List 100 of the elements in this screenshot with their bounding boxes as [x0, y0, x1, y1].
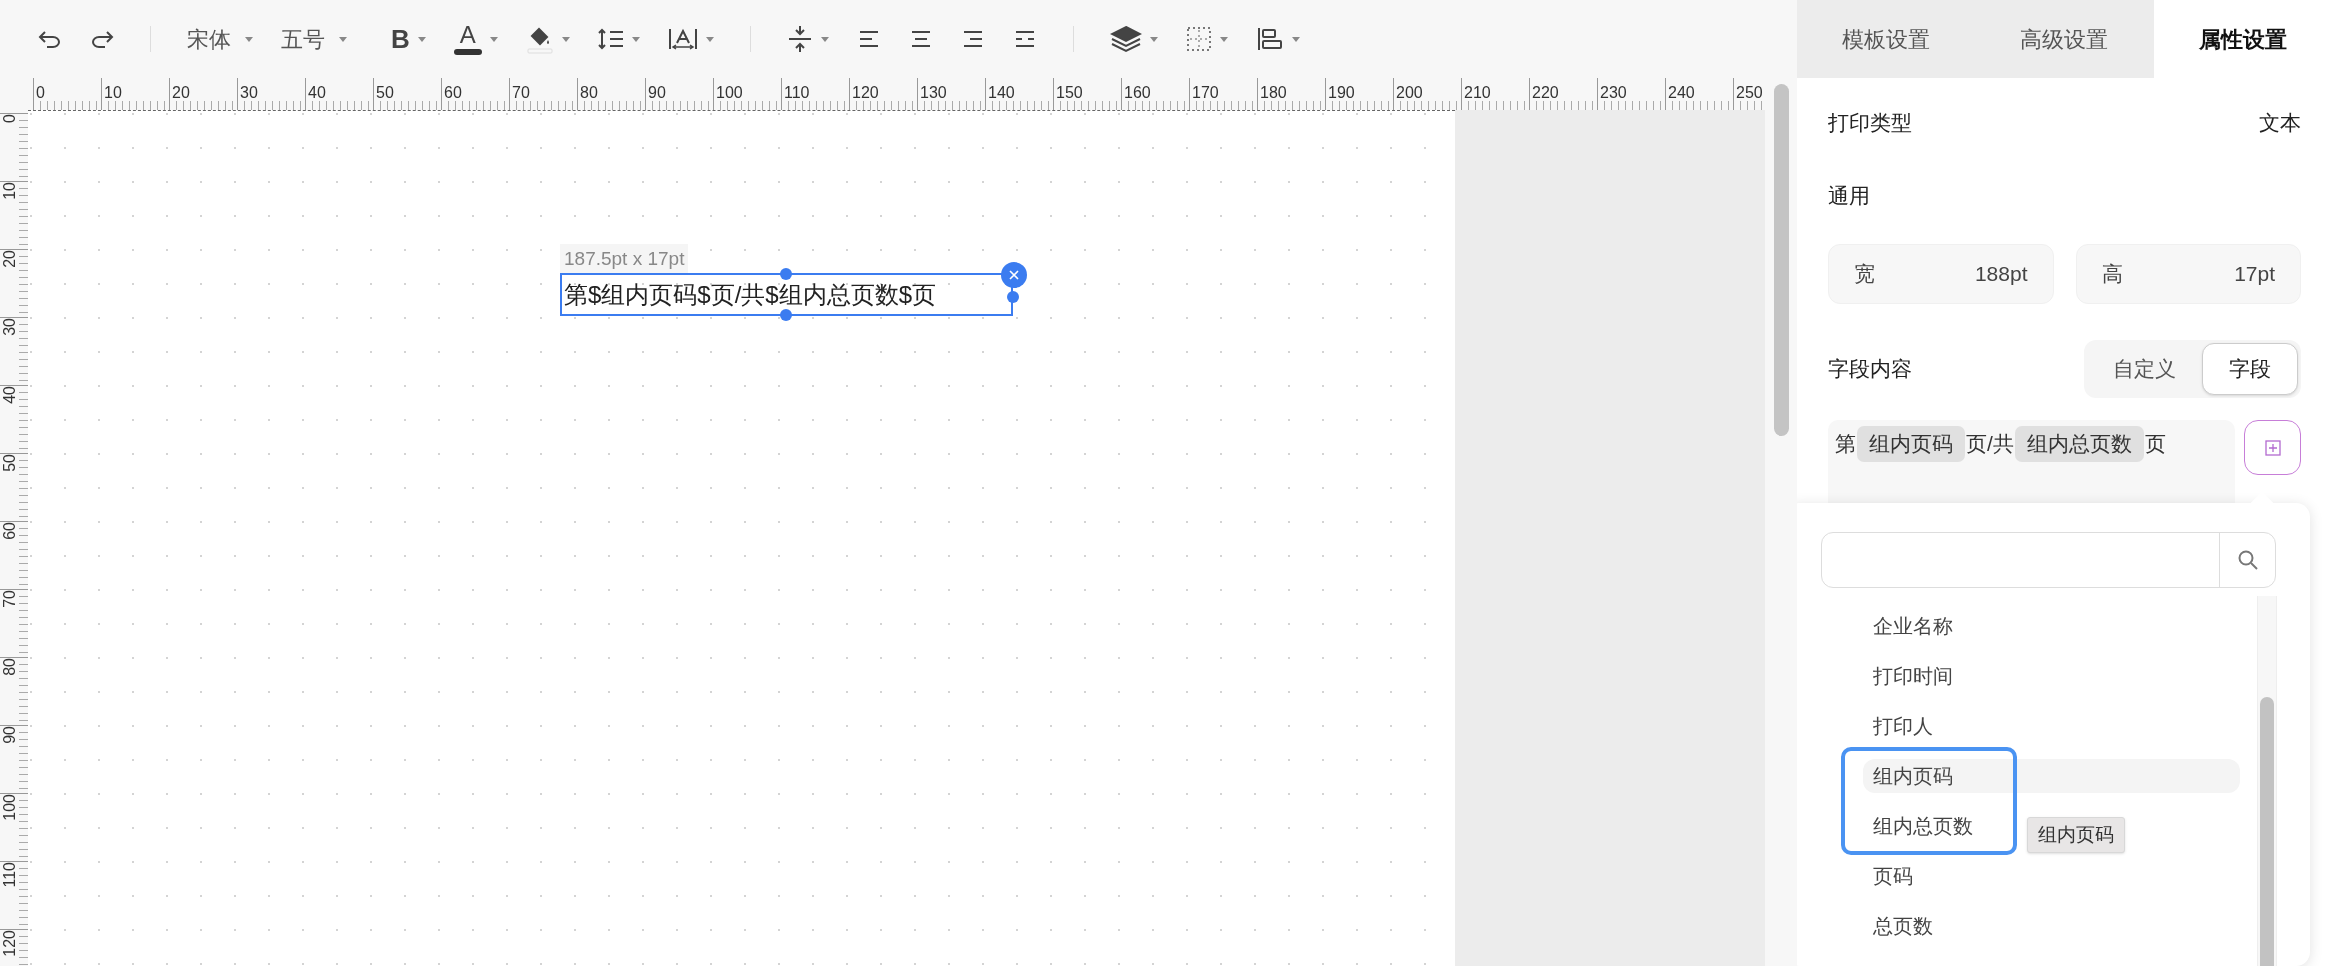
field-option[interactable]: 打印时间: [1863, 659, 1963, 693]
caret-icon[interactable]: [1219, 36, 1228, 42]
scrollbar-thumb[interactable]: [1773, 84, 1789, 436]
ruler-label: 140: [987, 85, 1015, 101]
resize-handle[interactable]: [780, 309, 792, 321]
ruler-label: 40: [2, 386, 18, 404]
canvas[interactable]: 187.5pt x 17pt 第$组内页码$页/共$组内总页数$页: [28, 110, 1455, 966]
caret-icon[interactable]: [245, 36, 253, 42]
ruler-label: 110: [783, 85, 810, 101]
mode-option[interactable]: 自定义: [2087, 343, 2202, 395]
size-label: 187.5pt x 17pt: [560, 244, 689, 275]
ruler-label: 190: [1327, 85, 1355, 101]
content-text: 第: [1834, 431, 1857, 458]
caret-icon[interactable]: [631, 36, 640, 42]
ruler-label: 30: [2, 318, 18, 336]
ruler-label: 0: [2, 114, 18, 123]
mode-option[interactable]: 字段: [2202, 343, 2298, 395]
resize-handle[interactable]: [780, 268, 792, 280]
field-option[interactable]: 组内总页数: [1863, 809, 1983, 843]
ruler-label: 60: [2, 522, 18, 540]
ruler-label: 250: [1735, 85, 1763, 101]
resize-handle[interactable]: [1007, 291, 1019, 303]
field-tag[interactable]: 组内总页数: [2014, 426, 2144, 462]
ruler-label: 80: [2, 658, 18, 676]
field-option[interactable]: 组内页码: [1863, 759, 2240, 793]
redo-icon[interactable]: [90, 29, 114, 49]
content-text: 页: [2143, 431, 2167, 458]
dimension-field[interactable]: 高 17pt: [2075, 244, 2301, 304]
ruler-label: 10: [103, 85, 122, 101]
ruler-label: 180: [1259, 85, 1287, 101]
search-field[interactable]: [1821, 532, 2276, 588]
field-label: 字段内容: [1828, 356, 1912, 383]
ruler-label: 80: [579, 85, 598, 101]
caret-icon[interactable]: [489, 36, 498, 42]
ruler-label: 230: [1599, 85, 1627, 101]
caret-icon[interactable]: [339, 36, 347, 42]
ruler-label: 160: [1123, 85, 1151, 101]
caret-icon[interactable]: [820, 36, 829, 42]
field-label: 打印类型: [1828, 110, 1912, 137]
settings-tab[interactable]: 模板设置: [1797, 0, 1976, 78]
font-dropdown[interactable]: 宋体: [177, 17, 263, 61]
ruler-label: 70: [2, 590, 18, 608]
ruler-label: 100: [2, 794, 18, 821]
text-size-icon[interactable]: [667, 27, 698, 51]
settings-tab[interactable]: 高级设置: [1975, 0, 2154, 78]
plus-square-icon[interactable]: [2264, 439, 2281, 456]
delete-button[interactable]: [1001, 262, 1027, 288]
line-spacing-icon[interactable]: [597, 28, 624, 50]
field-option[interactable]: 打印人: [1863, 709, 1943, 743]
font-size-dropdown[interactable]: 五号: [271, 17, 357, 61]
field-option[interactable]: 企业名称: [1863, 609, 1963, 643]
ruler-label: 150: [1055, 85, 1083, 101]
caret-icon[interactable]: [1149, 36, 1158, 42]
content-text: 页/共: [1965, 431, 2015, 458]
field-tag[interactable]: 组内页码: [1857, 426, 1965, 462]
ruler-label: 60: [443, 85, 462, 101]
bold-button[interactable]: B: [381, 17, 436, 61]
text-element[interactable]: 第$组内页码$页/共$组内总页数$页: [560, 273, 1013, 316]
search-icon[interactable]: [2236, 549, 2259, 571]
ruler-label: 20: [2, 250, 18, 268]
mode-toggle[interactable]: 自定义 字段: [2084, 340, 2301, 398]
caret-icon[interactable]: [705, 36, 714, 42]
field-option[interactable]: 总页数: [1863, 909, 1943, 943]
ruler-label: 210: [1463, 85, 1491, 101]
ruler-label: 40: [307, 85, 326, 101]
ruler-label: 30: [239, 85, 258, 101]
undo-icon[interactable]: [38, 29, 62, 49]
close-icon[interactable]: [1009, 270, 1019, 280]
ruler-label: 0: [35, 85, 45, 101]
caret-icon[interactable]: [417, 36, 426, 42]
dimension-field[interactable]: 宽 188pt: [1828, 244, 2054, 304]
caret-icon[interactable]: [1291, 36, 1300, 42]
ruler-label: 110: [2, 862, 18, 888]
field-option[interactable]: 页码: [1863, 859, 1923, 893]
vertical-center-icon[interactable]: [786, 24, 813, 54]
border-icon[interactable]: [1185, 26, 1212, 52]
ruler-label: 220: [1531, 85, 1559, 101]
ruler-label: 120: [2, 930, 18, 957]
layers-icon[interactable]: [1109, 25, 1142, 53]
ruler-label: 170: [1191, 85, 1219, 101]
ruler-label: 20: [171, 85, 190, 101]
add-field-button[interactable]: [2244, 420, 2301, 475]
ruler-label: 240: [1667, 85, 1695, 101]
caret-icon[interactable]: [561, 36, 570, 42]
arrange-icon[interactable]: [1255, 26, 1284, 52]
ruler-label: 120: [851, 85, 879, 101]
ruler-label: 70: [511, 85, 530, 101]
ruler-label: 10: [2, 182, 18, 200]
section-title: 通用: [1828, 183, 1870, 210]
scrollbar-thumb[interactable]: [2260, 697, 2274, 966]
color-bar: [453, 49, 482, 55]
ruler-label: 50: [2, 454, 18, 472]
ruler-label: 90: [647, 85, 666, 101]
ruler-label: 90: [2, 726, 18, 744]
text-color-button[interactable]: A: [443, 17, 508, 61]
field-value: 文本: [2259, 110, 2301, 137]
ruler-label: 100: [715, 85, 743, 101]
tooltip: 组内页码: [2027, 817, 2125, 853]
ruler-label: 130: [919, 85, 947, 101]
ruler-label: 200: [1395, 85, 1423, 101]
